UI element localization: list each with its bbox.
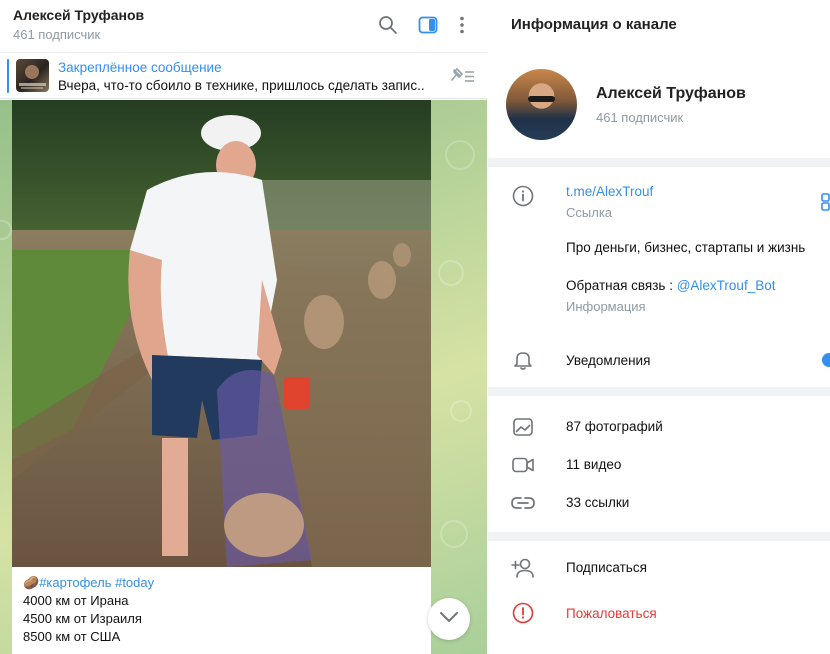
post-photo[interactable] [12, 100, 431, 567]
pinned-thumbnail [16, 59, 49, 92]
channel-avatar[interactable] [506, 69, 577, 140]
link-icon [511, 491, 535, 515]
pinned-text: Вчера, что-то сбоило в технике, пришлось… [58, 78, 424, 93]
caption-hashtag-line: 🥔#картофель #today [23, 574, 154, 592]
channel-subscriber-count: 461 подписчик [596, 110, 684, 125]
caption-line: 4000 км от Ирана [23, 593, 129, 608]
potato-emoji: 🥔 [23, 575, 40, 590]
channel-post[interactable]: 🥔#картофель #today 4000 км от Ирана 4500… [12, 100, 431, 654]
actions-card: Подписаться Пожаловаться [488, 541, 830, 654]
chat-header[interactable]: Алексей Труфанов 461 подписчик [0, 0, 487, 52]
more-vert-icon[interactable] [451, 14, 473, 36]
notifications-label: Уведомления [566, 353, 651, 368]
channel-name: Алексей Труфанов [596, 85, 746, 102]
channel-description: Про деньги, бизнес, стартапы и жизнь [566, 240, 806, 255]
channel-info-panel: Информация о канале Алексей Труфанов 461… [488, 0, 830, 654]
channel-profile-card: Информация о канале Алексей Труфанов 461… [488, 0, 830, 158]
chat-title[interactable]: Алексей Труфанов [13, 7, 144, 23]
background-doodle [0, 220, 12, 240]
hashtag-potato[interactable]: #картофель [39, 575, 111, 590]
photo-icon [511, 415, 535, 439]
pinned-indicator [7, 59, 9, 93]
shared-media-card: 87 фотографий 11 видео 33 ссылки [488, 396, 830, 532]
background-doodle [440, 520, 468, 548]
scroll-down-button[interactable] [428, 598, 470, 640]
telegram-window: Алексей Труфанов 461 подписчик Закреплён… [0, 0, 830, 654]
qr-code-icon[interactable] [821, 193, 830, 216]
subscribe-button[interactable]: Подписаться [566, 560, 647, 575]
background-doodle [445, 140, 475, 170]
search-icon[interactable] [377, 14, 399, 36]
info-panel-title: Информация о канале [511, 16, 677, 33]
caption-line: 4500 км от Израиля [23, 611, 142, 626]
chat-panel: Алексей Труфанов 461 подписчик Закреплён… [0, 0, 487, 654]
sidebar-toggle-icon[interactable] [417, 14, 439, 36]
channel-link[interactable]: t.me/AlexTrouf [566, 184, 653, 199]
pinned-list-icon[interactable] [450, 66, 476, 91]
info-icon [511, 184, 535, 208]
report-button[interactable]: Пожаловаться [566, 606, 657, 621]
background-doodle [450, 400, 472, 422]
channel-feedback: Обратная связь : @AlexTrouf_Bot [566, 278, 775, 293]
chat-background: 🥔#картофель #today 4000 км от Ирана 4500… [0, 100, 487, 654]
video-icon [511, 453, 535, 477]
media-photos[interactable]: 87 фотографий [566, 419, 663, 434]
media-links[interactable]: 33 ссылки [566, 495, 629, 510]
pinned-title: Закреплённое сообщение [58, 60, 222, 75]
media-videos[interactable]: 11 видео [566, 457, 621, 472]
chevron-down-icon [439, 610, 459, 628]
channel-link-label: Ссылка [566, 205, 613, 220]
background-doodle [438, 260, 464, 286]
channel-info-label: Информация [566, 299, 646, 314]
hashtag-today[interactable]: #today [115, 575, 154, 590]
channel-details-card: t.me/AlexTrouf Ссылка Про деньги, бизнес… [488, 167, 830, 387]
feedback-label: Обратная связь : [566, 278, 677, 293]
pinned-message-bar[interactable]: Закреплённое сообщение Вчера, что-то сбо… [0, 52, 487, 99]
chat-subscriber-count: 461 подписчик [13, 27, 101, 42]
notifications-toggle[interactable] [822, 353, 830, 367]
add-user-icon [511, 556, 535, 580]
caption-line: 8500 км от США [23, 629, 121, 644]
bell-icon [511, 348, 535, 372]
report-icon [511, 601, 535, 625]
feedback-bot-link[interactable]: @AlexTrouf_Bot [677, 278, 776, 293]
post-caption: 🥔#картофель #today 4000 км от Ирана 4500… [23, 574, 154, 646]
